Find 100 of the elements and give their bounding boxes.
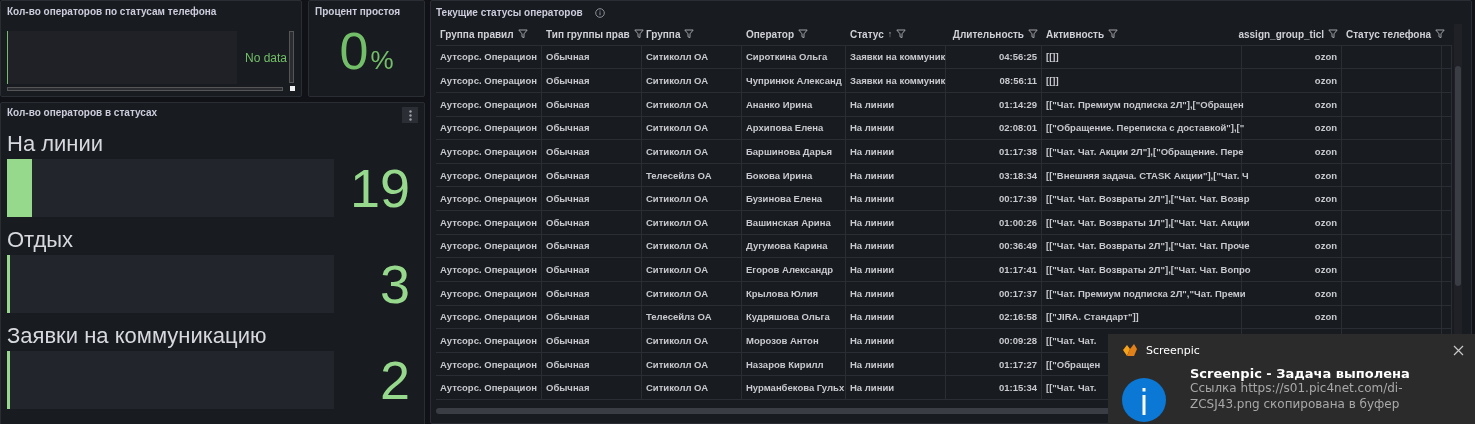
table-cell: На линии <box>850 358 895 370</box>
scrollbar[interactable] <box>7 86 284 91</box>
table-cell: 01:00:26 <box>998 216 1037 228</box>
table-cell: [["Чат. Чат. <box>1046 334 1097 346</box>
table-cell: Ситиколл ОА <box>646 145 709 157</box>
table-cell: ozon <box>1314 51 1337 63</box>
gauge-value: 19 <box>348 161 411 215</box>
table-cell: 00:17:37 <box>998 287 1037 299</box>
table-cell: Ситиколл ОА <box>646 382 709 394</box>
filter-icon[interactable] <box>633 29 644 40</box>
table-cell: 03:18:34 <box>998 169 1037 181</box>
filter-icon[interactable] <box>1328 29 1338 40</box>
table-cell: Вашинская Арина <box>746 216 831 228</box>
table-cell: ozon <box>1314 264 1337 276</box>
table-cell: Обычная <box>546 216 590 228</box>
column-header[interactable]: assign_group_ticl <box>1238 28 1324 40</box>
table-cell: Телесейлз ОА <box>646 169 712 181</box>
table-cell: ozon <box>1314 169 1337 181</box>
table-cell: 08:56:11 <box>999 75 1037 87</box>
table-cell: Аутсорс. Операцион <box>440 216 537 228</box>
table-cell: Ситиколл ОА <box>646 240 709 252</box>
table-cell: Обычная <box>546 145 590 157</box>
panel-title: Процент простоя <box>315 6 402 17</box>
filter-icon[interactable] <box>798 29 809 40</box>
table-cell: Обычная <box>546 75 590 87</box>
table-cell: ozon <box>1314 98 1337 110</box>
column-header[interactable]: Группа правил <box>440 28 514 40</box>
table-cell: Обычная <box>546 240 590 252</box>
filter-icon[interactable] <box>1435 29 1446 40</box>
panel-title: Кол-во операторов по статусам телефона <box>7 6 218 17</box>
column-header[interactable]: Статус <box>850 28 884 40</box>
table-cell: На линии <box>850 382 895 394</box>
column-header[interactable]: Тип группы прав <box>546 28 630 40</box>
table-cell: На линии <box>850 98 895 110</box>
table-cell: [["Чат. Чат. Возвраты 1Л"],["Чат. Чат. Акции <box>1046 216 1250 228</box>
info-icon <box>1122 378 1166 422</box>
filter-icon[interactable] <box>684 29 695 40</box>
table-cell: ozon <box>1314 193 1337 205</box>
table-cell: ozon <box>1314 287 1337 299</box>
table-cell: Ситиколл ОА <box>646 98 709 110</box>
table-cell: Обычная <box>546 264 590 276</box>
table-cell: Ситиколл ОА <box>646 51 709 63</box>
table-cell: 00:17:39 <box>998 193 1037 205</box>
table-cell: Бокова Ирина <box>746 169 813 181</box>
table-cell: ozon <box>1314 240 1337 252</box>
notification-message: Ссылка https://s01.pic4net.com/di-ZCSJ43.png скопирована в буфер <box>1190 381 1404 413</box>
table-cell: Заявки на коммуник <box>850 75 946 87</box>
table-cell: Ситиколл ОА <box>646 122 709 134</box>
stat-unit: % <box>370 45 394 76</box>
column-header[interactable]: Активность <box>1046 28 1105 40</box>
table-cell: Бузинова Елена <box>746 193 823 205</box>
column-header[interactable]: Оператор <box>746 28 795 40</box>
table-cell: Ситиколл ОА <box>646 264 709 276</box>
column-header[interactable]: Длительность <box>952 28 1024 40</box>
table-cell: Аутсорс. Операцион <box>440 311 537 323</box>
table-cell: Аутсорс. Операцион <box>440 169 537 181</box>
table-cell: Чупринюк Александ <box>746 75 842 87</box>
table-cell: [["Чат. Премиум подписка 2Л"],["Обращен <box>1046 98 1244 110</box>
gauge-value: 2 <box>378 353 411 407</box>
kebab-menu-icon <box>408 109 412 121</box>
table-cell: 00:09:28 <box>998 334 1037 346</box>
sort-arrow-icon[interactable]: ↑ <box>887 29 893 40</box>
table-cell: На линии <box>850 122 895 134</box>
table-cell: Ситиколл ОА <box>646 287 709 299</box>
table-cell: ozon <box>1314 145 1337 157</box>
notification-title: Screenpic - Задача выполена <box>1190 366 1411 381</box>
menu-button[interactable] <box>402 107 418 123</box>
table-cell: Баршинова Дарья <box>746 145 833 157</box>
scrollbar[interactable] <box>289 31 295 83</box>
column-header[interactable]: Группа <box>646 28 681 40</box>
table-cell: ozon <box>1314 75 1337 87</box>
table-cell: [["Обращен <box>1046 358 1101 370</box>
table-cell: Аутсорс. Операцион <box>440 358 537 370</box>
table-cell: Обычная <box>546 51 590 63</box>
gauge-label: Отдых <box>7 229 75 252</box>
filter-icon[interactable] <box>1028 29 1038 40</box>
close-icon[interactable] <box>1453 344 1464 356</box>
table-cell: ozon <box>1314 122 1337 134</box>
filter-icon[interactable] <box>1108 29 1119 40</box>
table-cell: Аутсорс. Операцион <box>440 122 537 134</box>
table-cell: Телесейлз ОА <box>646 311 712 323</box>
filter-icon[interactable] <box>517 29 528 40</box>
table-cell: На линии <box>850 334 895 346</box>
table-cell: [["Чат. Чат. Возвраты 2Л"],["Чат. Чат. Вопро <box>1046 264 1251 276</box>
panel-title: Кол-во операторов в статусах <box>7 107 158 118</box>
table-cell: [["Чат. Чат. Возвраты 2Л"],["Чат. Чат. Возвр <box>1046 193 1250 205</box>
table-cell: На линии <box>850 169 895 181</box>
filter-icon[interactable] <box>896 29 907 40</box>
table-cell: 04:56:25 <box>998 51 1037 63</box>
table-cell: Обычная <box>546 122 590 134</box>
stat-value: 0 <box>339 25 369 77</box>
table-cell: Обычная <box>546 98 590 110</box>
table-cell: На линии <box>850 287 895 299</box>
table-cell: Назаров Кирилл <box>746 358 824 370</box>
info-icon[interactable] <box>594 7 605 18</box>
resize-handle[interactable] <box>290 86 295 91</box>
column-header[interactable]: Статус телефона <box>1346 28 1432 40</box>
table-cell: На линии <box>850 216 895 228</box>
table-cell: 01:15:34 <box>998 382 1037 394</box>
table-cell: На линии <box>850 145 895 157</box>
